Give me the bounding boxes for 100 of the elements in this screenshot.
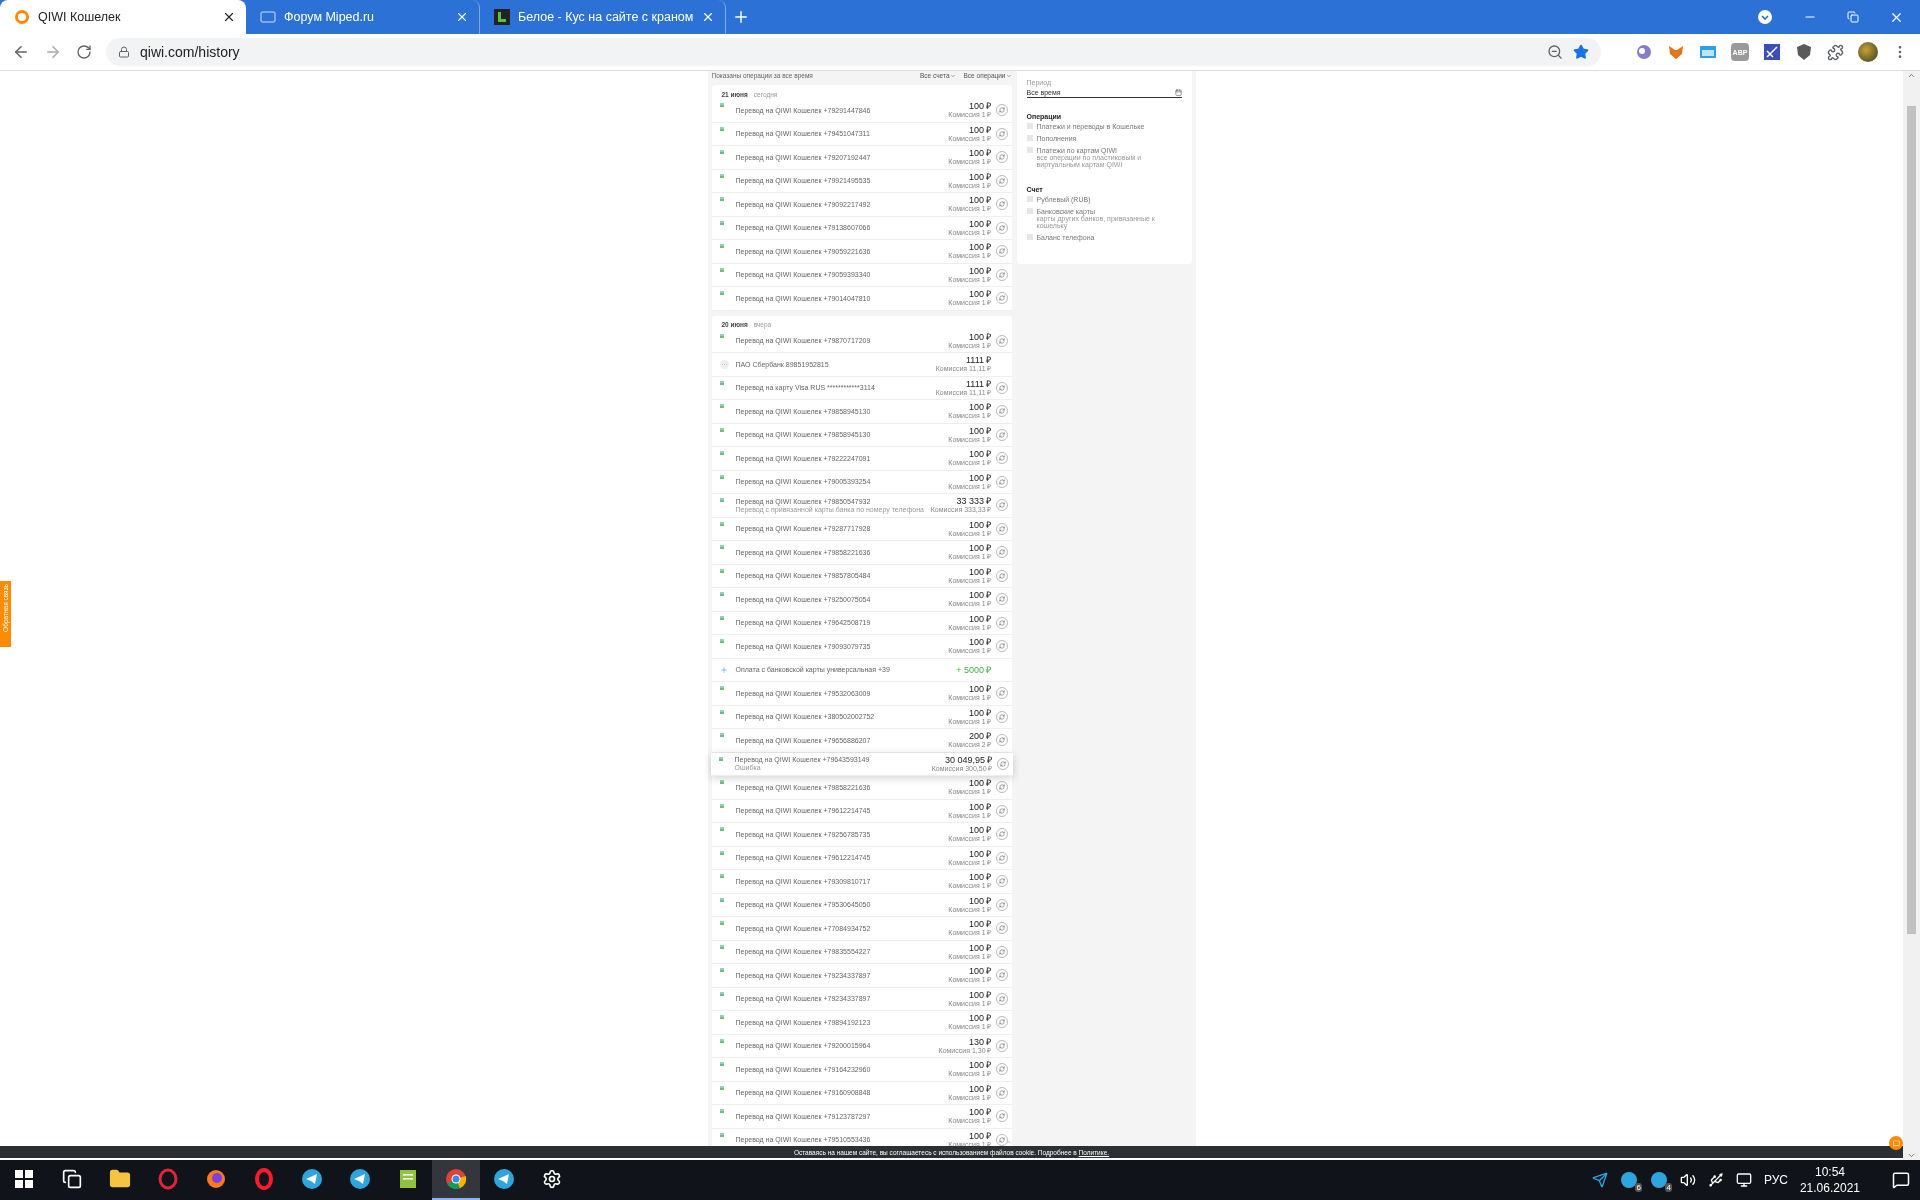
- repeat-button[interactable]: [995, 945, 1008, 958]
- repeat-icon: [998, 177, 1005, 184]
- repeat-button[interactable]: [995, 804, 1008, 817]
- repeat-button[interactable]: [995, 710, 1008, 723]
- repeat-button[interactable]: [995, 221, 1008, 234]
- broken-image-icon: [719, 244, 724, 248]
- fox-extension-icon[interactable]: [1667, 43, 1685, 61]
- scroll-top-button[interactable]: [1006, 1139, 1012, 1145]
- forward-button[interactable]: [44, 43, 62, 61]
- clock[interactable]: 10:54 21.06.2021: [1799, 1164, 1860, 1196]
- qiwi-logo-icon: [14, 9, 30, 25]
- repeat-button[interactable]: [995, 1039, 1008, 1052]
- repeat-button[interactable]: [995, 1133, 1008, 1146]
- repeat-button[interactable]: [995, 381, 1008, 394]
- repeat-button[interactable]: [995, 1110, 1008, 1123]
- repeat-button[interactable]: [995, 1016, 1008, 1029]
- repeat-button[interactable]: [995, 1086, 1008, 1099]
- tab-search-button[interactable]: [1757, 9, 1773, 25]
- payment-amount: 30 049,95 ₽: [944, 754, 993, 765]
- repeat-button[interactable]: [995, 922, 1008, 935]
- network-icon[interactable]: [1735, 1172, 1752, 1188]
- caret-icon: [1005, 72, 1012, 79]
- scroll-down-icon[interactable]: [1907, 1151, 1916, 1160]
- restore-button[interactable]: [1847, 11, 1859, 23]
- ring-icon: [157, 1168, 179, 1190]
- repeat-button[interactable]: [995, 828, 1008, 841]
- repeat-button[interactable]: [995, 428, 1008, 441]
- profile-avatar[interactable]: [1858, 42, 1878, 62]
- repeat-button[interactable]: [995, 1063, 1008, 1076]
- repeat-button[interactable]: [995, 851, 1008, 864]
- repeat-icon: [998, 690, 1005, 697]
- repeat-button[interactable]: [995, 198, 1008, 211]
- broken-image-icon: [718, 756, 723, 761]
- star-icon[interactable]: [1573, 44, 1589, 60]
- repeat-button[interactable]: [995, 593, 1008, 606]
- bank-logo-icon: [719, 359, 729, 369]
- chat-button[interactable]: [1889, 1136, 1903, 1150]
- payment-amount: 100 ₽: [968, 519, 992, 530]
- forum-favicon-icon: [260, 9, 276, 25]
- checkbox[interactable]: [1026, 123, 1033, 129]
- notifications-icon[interactable]: [1892, 1171, 1910, 1189]
- checkbox[interactable]: [1026, 135, 1033, 141]
- taskbar-app[interactable]: [432, 1160, 480, 1200]
- repeat-button[interactable]: [996, 757, 1009, 770]
- repeat-button[interactable]: [995, 245, 1008, 258]
- window-extension-icon[interactable]: [1699, 43, 1717, 61]
- repeat-button[interactable]: [995, 151, 1008, 164]
- checkbox[interactable]: [1026, 196, 1033, 202]
- flag-extension-icon[interactable]: [1763, 43, 1781, 61]
- repeat-button[interactable]: [995, 734, 1008, 747]
- telegram-tray-icon[interactable]: [1619, 1171, 1638, 1189]
- volume-icon[interactable]: [1679, 1172, 1696, 1188]
- payment-amount: 130 ₽: [968, 1036, 992, 1047]
- payment-amount: 100 ₽: [968, 942, 992, 953]
- telegram-tray-icon[interactable]: [1649, 1171, 1668, 1189]
- reload-button[interactable]: [76, 44, 92, 60]
- repeat-button[interactable]: [995, 569, 1008, 582]
- broken-image-icon: [719, 197, 724, 201]
- repeat-button[interactable]: [995, 546, 1008, 559]
- tray-badge: 4: [1665, 1183, 1672, 1192]
- browser-tab[interactable]: QIWI Кошелек: [0, 0, 246, 34]
- broken-image-icon: [719, 521, 724, 526]
- repeat-button[interactable]: [995, 475, 1008, 488]
- repeat-button[interactable]: [995, 334, 1008, 347]
- checkbox[interactable]: [1026, 234, 1033, 240]
- back-button[interactable]: [12, 43, 30, 61]
- repeat-button[interactable]: [995, 640, 1008, 653]
- repeat-button[interactable]: [995, 452, 1008, 465]
- language-indicator[interactable]: РУС: [1763, 1173, 1788, 1187]
- scroll-up-icon[interactable]: [1907, 71, 1916, 80]
- checkbox[interactable]: [1026, 208, 1033, 214]
- usb-icon[interactable]: [1707, 1172, 1724, 1188]
- repeat-button[interactable]: [995, 616, 1008, 629]
- repeat-button[interactable]: [995, 522, 1008, 535]
- repeat-button[interactable]: [995, 104, 1008, 117]
- zoom-out-icon[interactable]: [1547, 44, 1563, 60]
- caret-icon: [949, 72, 956, 79]
- repeat-button[interactable]: [995, 127, 1008, 140]
- repeat-icon: [998, 572, 1005, 579]
- orb-extension-icon[interactable]: [1635, 43, 1653, 61]
- repeat-button[interactable]: [995, 969, 1008, 982]
- site-favicon-icon: [494, 9, 510, 25]
- close-icon[interactable]: [222, 10, 236, 24]
- repeat-button[interactable]: [995, 781, 1008, 794]
- repeat-button[interactable]: [995, 499, 1008, 512]
- repeat-button[interactable]: [995, 898, 1008, 911]
- address-bar[interactable]: qiwi.com/history: [106, 38, 1601, 66]
- repeat-button[interactable]: [995, 992, 1008, 1005]
- scrollbar-thumb[interactable]: [1907, 106, 1916, 934]
- repeat-button[interactable]: [995, 687, 1008, 700]
- shield-extension-icon[interactable]: [1795, 43, 1813, 61]
- broken-image-icon: [719, 733, 724, 737]
- repeat-button[interactable]: [995, 405, 1008, 418]
- checkbox[interactable]: [1026, 147, 1033, 153]
- repeat-button[interactable]: [995, 268, 1008, 281]
- extensions-icon[interactable]: [1827, 43, 1844, 61]
- repeat-button[interactable]: [995, 875, 1008, 888]
- repeat-button[interactable]: [995, 292, 1008, 305]
- repeat-button[interactable]: [995, 174, 1008, 187]
- telegram-tray-icon[interactable]: [1591, 1172, 1608, 1188]
